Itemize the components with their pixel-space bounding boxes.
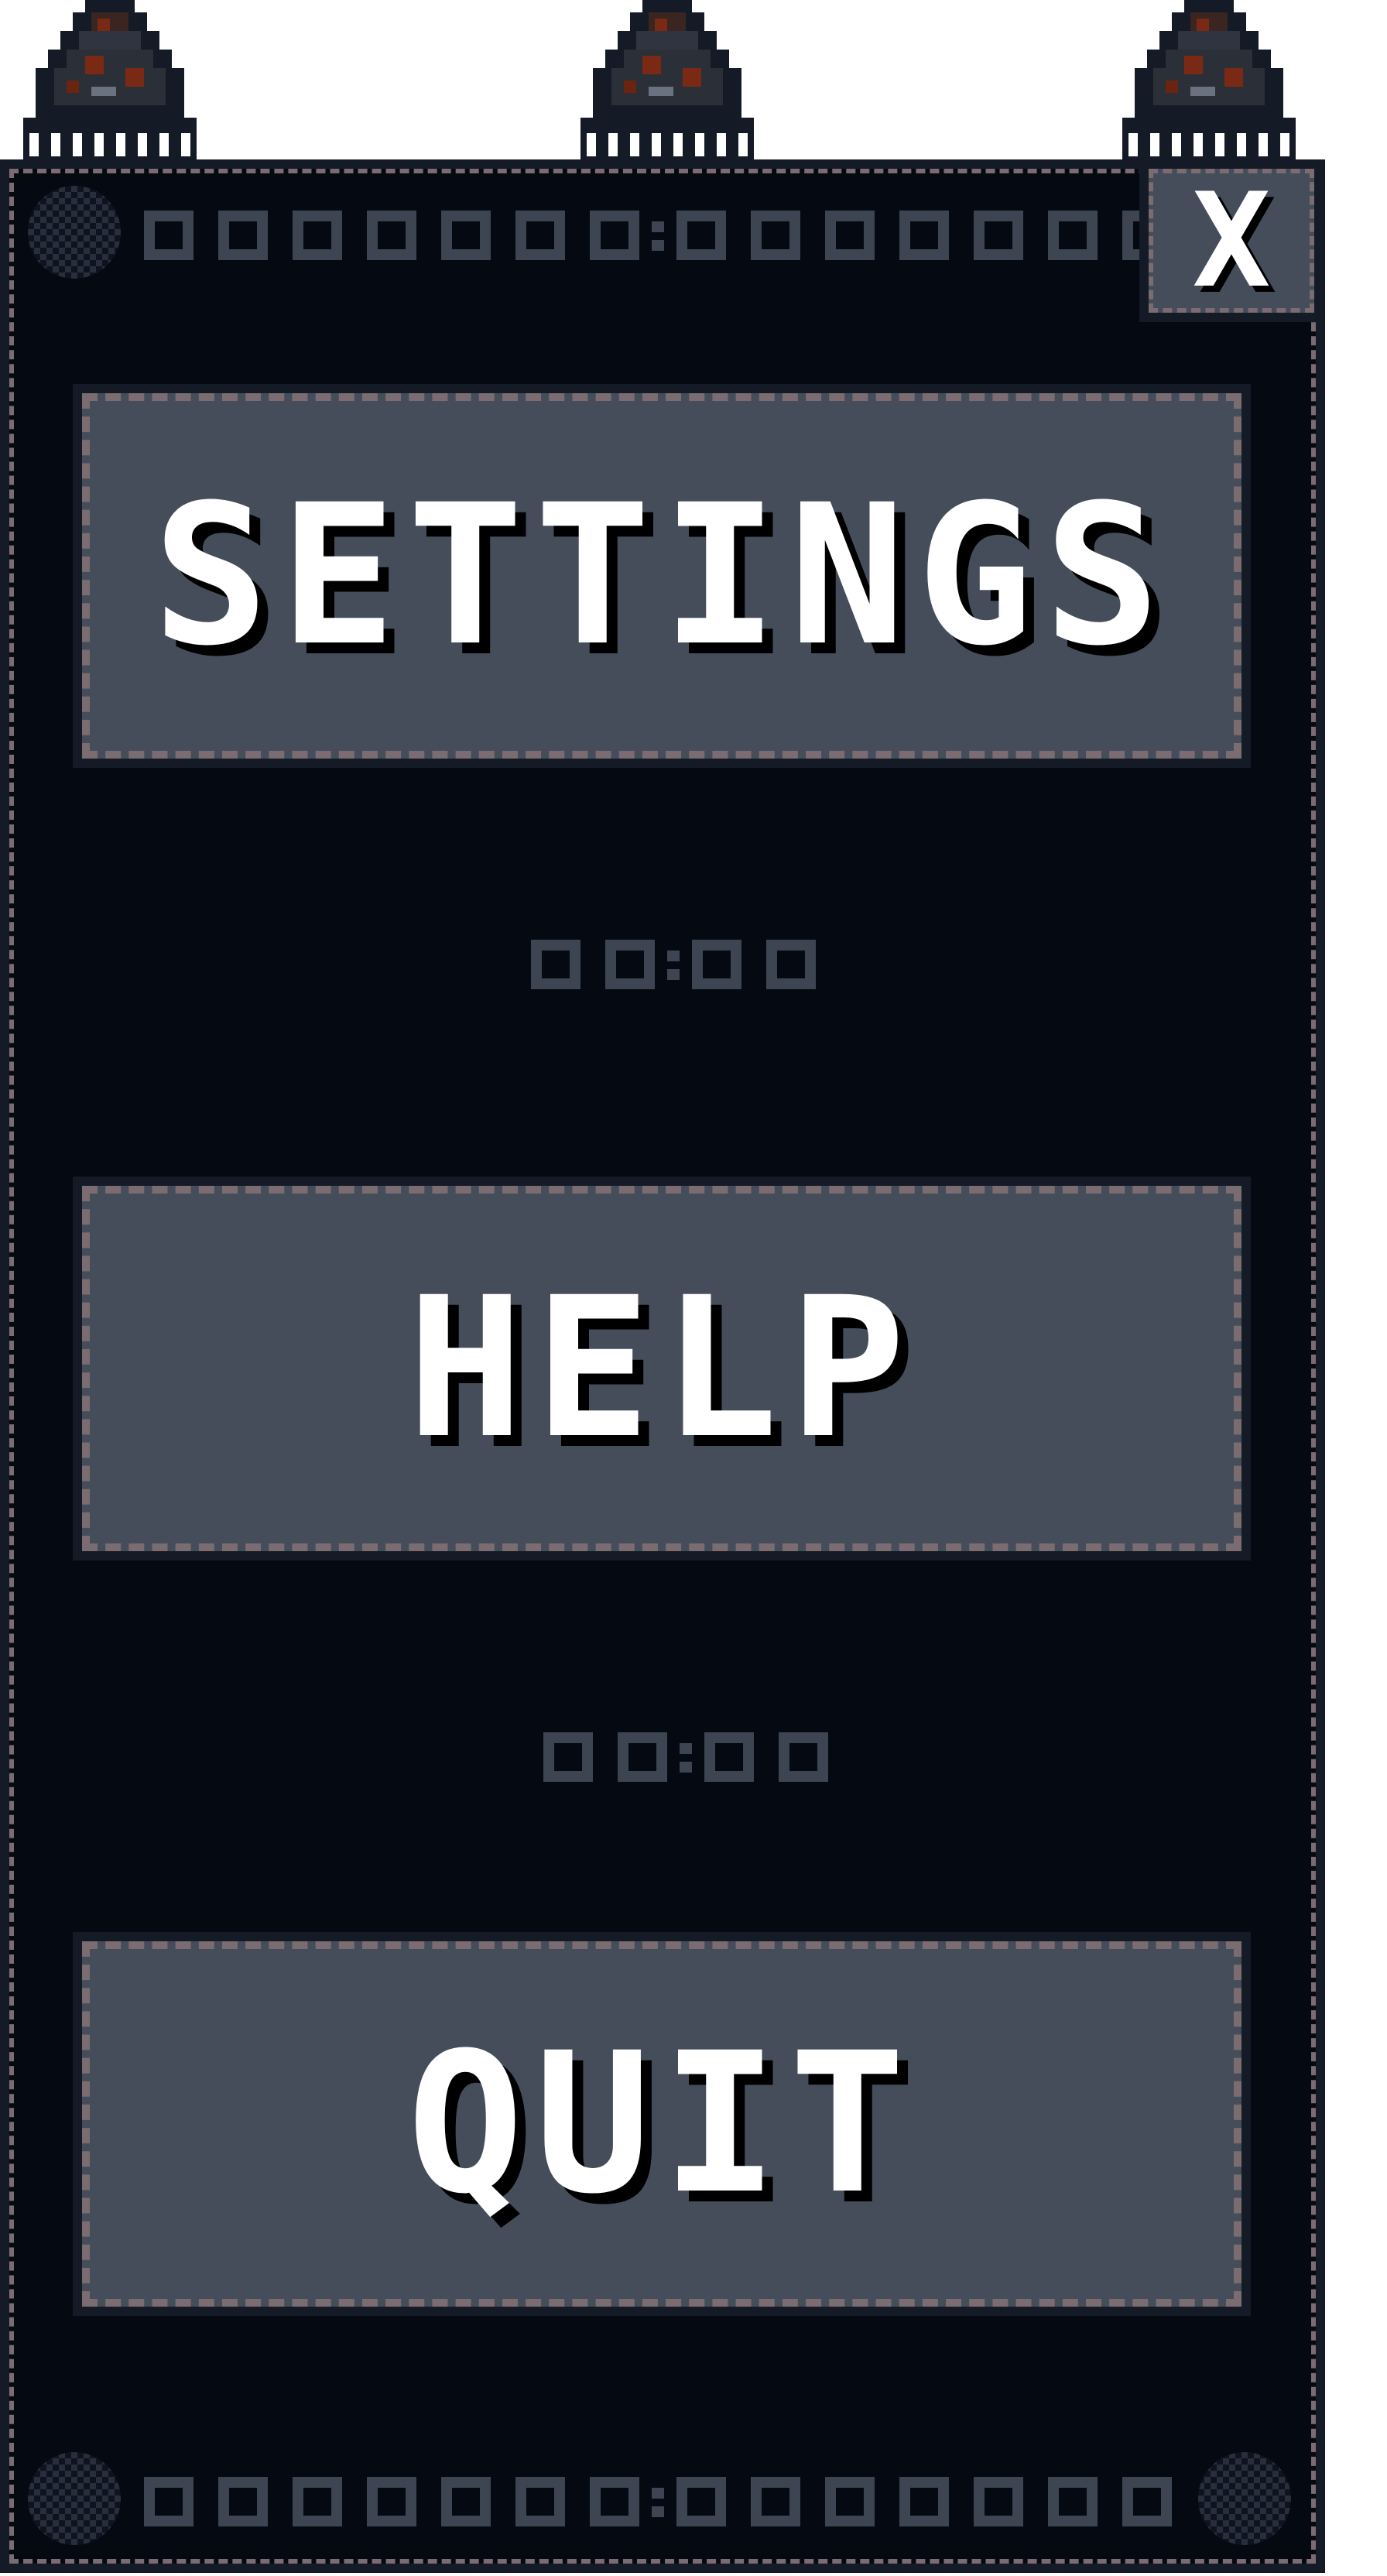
close-icon: X: [1192, 165, 1271, 317]
top-ornament-row: [144, 211, 1172, 260]
quit-button-label: QUIT: [406, 2011, 917, 2236]
help-button-face: HELP: [82, 1186, 1241, 1551]
quit-button-face: QUIT: [82, 1941, 1241, 2307]
corner-rivet-icon: [28, 2452, 121, 2545]
corner-rivet-icon: [1198, 2452, 1291, 2545]
close-button-face: X: [1149, 169, 1314, 313]
settings-button-face: SETTINGS: [82, 393, 1241, 759]
pause-menu-screen: X SETTINGS HELP QUIT: [0, 0, 1387, 2576]
hanging-lamp-icon: [1110, 0, 1308, 166]
quit-button[interactable]: QUIT: [73, 1932, 1251, 2316]
help-button[interactable]: HELP: [73, 1177, 1251, 1560]
close-button[interactable]: X: [1139, 159, 1324, 322]
help-button-label: HELP: [406, 1255, 917, 1481]
hanging-lamp-icon: [568, 0, 766, 166]
settings-button-label: SETTINGS: [152, 463, 1172, 688]
divider-ornament: [531, 940, 816, 989]
divider-ornament: [543, 1732, 828, 1782]
corner-rivet-icon: [28, 186, 121, 279]
hanging-lamp-icon: [11, 0, 209, 166]
settings-button[interactable]: SETTINGS: [73, 384, 1251, 768]
bottom-ornament-row: [144, 2477, 1172, 2526]
